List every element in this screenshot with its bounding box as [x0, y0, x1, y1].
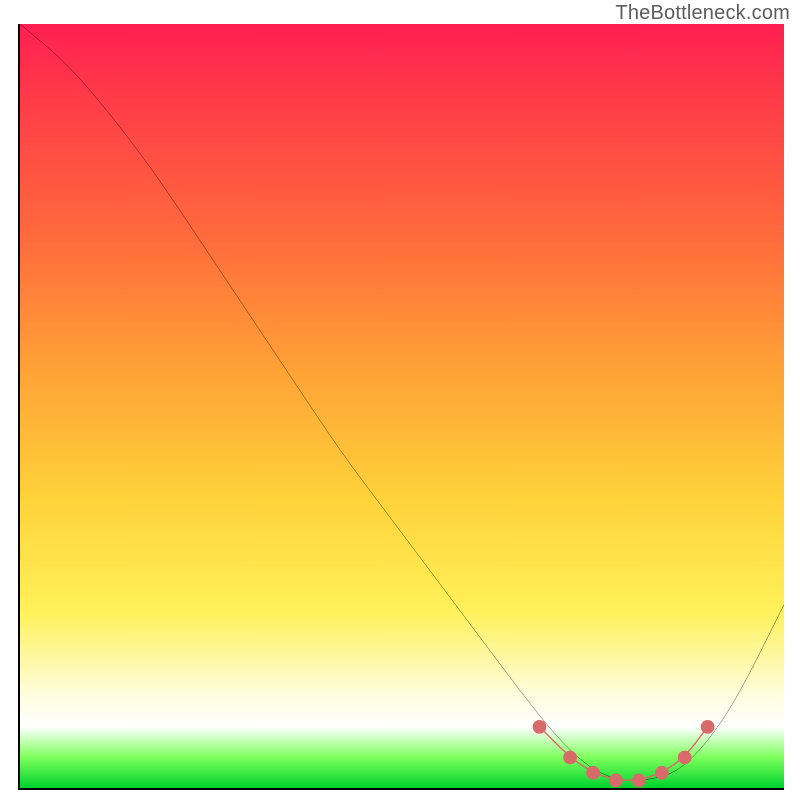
highlight-dot [701, 720, 715, 734]
highlight-dot [609, 773, 623, 787]
highlight-dot [678, 751, 692, 765]
watermark-text: TheBottleneck.com [615, 2, 790, 25]
chart-root: TheBottleneck.com [0, 0, 800, 800]
highlight-dot [655, 766, 669, 780]
highlight-dot [533, 720, 547, 734]
main-curve [20, 24, 784, 780]
plot-area [18, 24, 784, 790]
highlight-dot [632, 773, 646, 787]
highlight-dot [586, 766, 600, 780]
highlight-dot [563, 751, 577, 765]
curve-layer [20, 24, 784, 788]
